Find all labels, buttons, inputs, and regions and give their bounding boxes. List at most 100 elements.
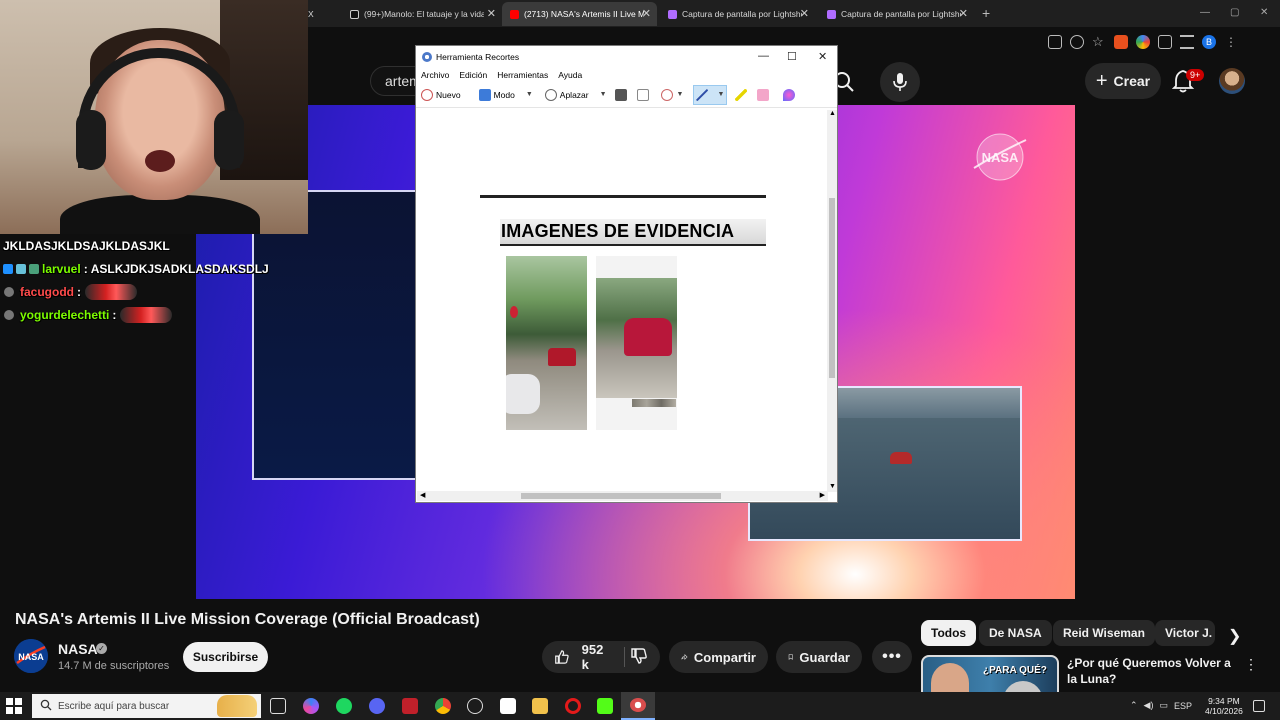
browser-tab-lightshot-1[interactable]: Captura de pantalla por Lightshot ✕ <box>660 2 815 26</box>
more-vertical-icon[interactable]: ⋮ <box>1244 656 1258 673</box>
notifications-icon[interactable] <box>1253 700 1265 712</box>
app-red-icon[interactable] <box>402 698 418 714</box>
orion-capsule <box>890 452 912 464</box>
menu-herramientas[interactable]: Herramientas <box>497 70 548 80</box>
save-button[interactable]: Guardar <box>776 641 862 673</box>
chevron-right-icon[interactable]: ❯ <box>1228 626 1241 646</box>
create-button[interactable]: + Crear <box>1085 63 1161 99</box>
subscribe-button[interactable]: Suscribirse <box>183 642 268 672</box>
close-icon[interactable]: ✕ <box>959 7 968 20</box>
reading-list-icon[interactable] <box>1180 35 1194 49</box>
save-icon[interactable] <box>614 88 627 101</box>
network-icon[interactable]: ▭ <box>1159 700 1168 711</box>
obs-icon[interactable] <box>467 698 483 714</box>
new-tab-button[interactable]: + <box>982 5 990 21</box>
user-avatar[interactable] <box>1219 68 1245 94</box>
zoom-icon[interactable] <box>1070 35 1084 49</box>
dislike-button[interactable] <box>630 647 648 668</box>
maximize-icon[interactable]: ☐ <box>787 50 797 63</box>
channel-name[interactable]: NASA <box>58 641 98 657</box>
minimize-icon[interactable]: — <box>758 50 769 62</box>
vertical-scrollbar[interactable]: ▲ ▼ <box>827 110 837 492</box>
opera-gx-icon[interactable] <box>565 698 581 714</box>
menu-edicion[interactable]: Edición <box>459 70 487 80</box>
cast-icon[interactable] <box>1048 35 1062 49</box>
browser-tab-manolo[interactable]: (99+)Manolo: El tatuaje y la vida ✕ <box>342 2 502 26</box>
taskbar-clock[interactable]: 9:34 PM 4/10/2026 <box>1205 696 1243 716</box>
extensions-puzzle-icon[interactable] <box>1158 35 1172 49</box>
maximize-icon[interactable]: ▢ <box>1230 7 1239 18</box>
like-button[interactable]: 952 k <box>542 641 660 673</box>
bits-badge-icon <box>29 263 39 274</box>
pen-tool-button[interactable]: ▼ <box>693 84 728 105</box>
chip-reid-wiseman[interactable]: Reid Wiseman <box>1053 620 1155 646</box>
scrollbar-thumb[interactable] <box>521 493 721 499</box>
voice-search-button[interactable] <box>880 62 920 102</box>
language-indicator[interactable]: ESP <box>1174 701 1192 711</box>
capcut-icon[interactable] <box>500 698 516 714</box>
chrome-icon[interactable] <box>435 698 451 714</box>
microphone-icon <box>893 73 907 91</box>
new-snip-button[interactable]: Nuevo <box>419 85 463 105</box>
copilot-icon[interactable] <box>303 698 319 714</box>
windows-start-icon[interactable] <box>6 698 22 714</box>
horizontal-scrollbar[interactable]: ◀ ▶ <box>417 491 828 501</box>
sub-badge-icon <box>16 263 26 274</box>
copy-icon[interactable] <box>636 88 649 101</box>
bookmark-star-icon[interactable]: ☆ <box>1092 35 1106 49</box>
close-icon[interactable]: ✕ <box>800 7 809 20</box>
chat-username[interactable]: facugodd <box>20 285 74 299</box>
chevron-up-icon[interactable]: ⌃ <box>1130 700 1138 711</box>
chip-de-nasa[interactable]: De NASA <box>979 620 1052 646</box>
headset-icon <box>76 110 106 170</box>
extension-color-icon[interactable] <box>1136 35 1150 49</box>
close-icon[interactable]: ✕ <box>642 7 651 20</box>
chat-username[interactable]: larvuel <box>42 262 81 276</box>
close-icon[interactable]: ✕ <box>487 7 496 20</box>
close-window-icon[interactable]: ✕ <box>1260 7 1268 18</box>
eraser-icon[interactable] <box>757 88 770 101</box>
close-icon[interactable]: ✕ <box>818 50 827 63</box>
chat-username[interactable]: yogurdelechetti <box>20 308 109 322</box>
task-view-icon[interactable] <box>270 698 286 714</box>
volume-icon[interactable]: ◀) <box>1144 700 1154 711</box>
profile-avatar[interactable]: B <box>1202 35 1216 49</box>
browser-tab-artemis[interactable]: (2713) NASA's Artemis II Live Mission ✕ <box>502 2 657 26</box>
taskbar-search-input[interactable]: Escribe aquí para buscar <box>32 694 261 718</box>
scroll-right-icon[interactable]: ▶ <box>820 491 825 499</box>
menu-ayuda[interactable]: Ayuda <box>558 70 582 80</box>
snipping-tool-task-button[interactable] <box>621 692 655 720</box>
kick-icon[interactable] <box>597 698 613 714</box>
scroll-down-icon[interactable]: ▼ <box>829 483 836 490</box>
system-tray: ⌃ ◀) ▭ ESP <box>1130 700 1192 711</box>
highlighter-icon[interactable] <box>735 88 748 101</box>
webcam-person <box>60 195 260 234</box>
chip-todos[interactable]: Todos <box>921 620 977 646</box>
mode-button[interactable]: Modo ▼ <box>477 85 535 105</box>
menu-dots-icon[interactable]: ⋮ <box>1224 35 1238 49</box>
recommendation-title[interactable]: ¿Por qué Queremos Volver a la Luna? <box>1067 655 1232 687</box>
discord-icon[interactable] <box>369 698 385 714</box>
chevron-down-icon[interactable]: ▼ <box>677 91 684 98</box>
delay-button[interactable]: Aplazar ▼ <box>543 85 609 105</box>
mode-rectangle-icon <box>478 88 491 101</box>
chip-victor[interactable]: Victor J. <box>1155 620 1215 646</box>
file-explorer-icon[interactable] <box>532 698 548 714</box>
send-icon[interactable] <box>660 88 673 101</box>
scroll-left-icon[interactable]: ◀ <box>420 491 425 499</box>
menu-archivo[interactable]: Archivo <box>421 70 449 80</box>
spotify-icon[interactable] <box>336 698 352 714</box>
scroll-up-icon[interactable]: ▲ <box>829 110 836 117</box>
browser-tab-lightshot-2[interactable]: Captura de pantalla por Lightshot ✕ <box>819 2 974 26</box>
more-actions-button[interactable]: ••• <box>872 641 912 673</box>
share-button[interactable]: Compartir <box>669 641 768 673</box>
paint3d-icon[interactable] <box>783 88 796 101</box>
chat-separator: : <box>77 284 81 299</box>
snipping-tool-titlebar[interactable]: Herramienta Recortes <box>416 46 837 68</box>
channel-avatar[interactable]: NASA <box>14 639 48 673</box>
badge-icon <box>4 309 14 320</box>
minimize-icon[interactable]: — <box>1200 7 1210 18</box>
extension-fox-icon[interactable] <box>1114 35 1128 49</box>
scrollbar-thumb[interactable] <box>829 198 835 378</box>
like-divider <box>624 647 625 667</box>
